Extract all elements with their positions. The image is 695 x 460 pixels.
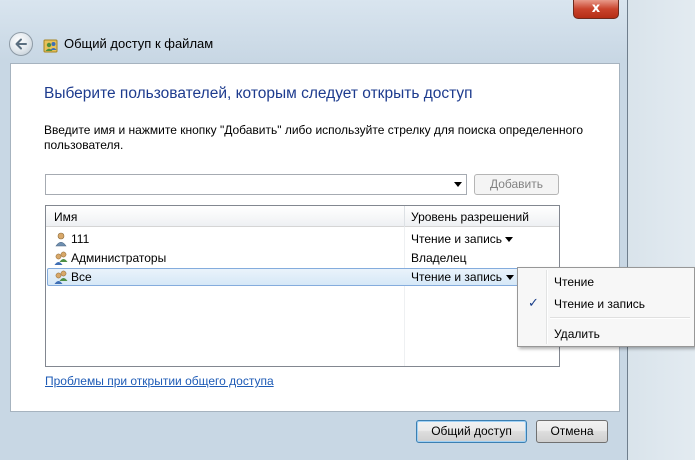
user-icon xyxy=(55,232,67,247)
chevron-down-icon[interactable] xyxy=(505,237,513,242)
user-name: Администраторы xyxy=(71,251,167,265)
group-icon xyxy=(54,270,68,284)
column-divider[interactable] xyxy=(404,206,405,227)
user-name: 111 xyxy=(71,232,90,246)
table-row[interactable]: Администраторы Владелец xyxy=(47,249,558,267)
menu-item-label: Чтение и запись xyxy=(554,297,646,311)
menu-item-read[interactable]: Чтение xyxy=(520,271,692,293)
column-header-permission[interactable]: Уровень разрешений xyxy=(411,210,529,224)
permission-level: Владелец xyxy=(411,251,467,265)
close-button[interactable]: x xyxy=(573,0,619,19)
column-header-name[interactable]: Имя xyxy=(54,210,77,224)
permission-context-menu: Чтение ✓ Чтение и запись Удалить xyxy=(517,267,695,347)
permission-level[interactable]: Чтение и запись xyxy=(411,270,502,284)
chevron-down-icon[interactable] xyxy=(454,182,462,187)
sharing-problems-link[interactable]: Проблемы при открытии общего доступа xyxy=(45,374,274,388)
users-list[interactable]: Имя Уровень разрешений 111 Чтение и запи… xyxy=(45,205,560,367)
menu-item-remove[interactable]: Удалить xyxy=(520,323,692,345)
list-header: Имя Уровень разрешений xyxy=(46,206,559,227)
add-button[interactable]: Добавить xyxy=(474,174,559,195)
user-name-input[interactable] xyxy=(48,176,448,194)
share-dialog-window: x Общий доступ к файлам Выберите пользов… xyxy=(0,0,628,460)
table-row[interactable]: 111 Чтение и запись xyxy=(47,230,558,248)
page-heading: Выберите пользователей, которым следует … xyxy=(44,85,473,102)
back-button[interactable] xyxy=(9,32,33,56)
share-button[interactable]: Общий доступ xyxy=(416,420,527,443)
close-icon: x xyxy=(591,1,601,16)
chevron-down-icon[interactable] xyxy=(506,275,514,280)
menu-item-label: Удалить xyxy=(554,327,600,341)
menu-item-read-write[interactable]: ✓ Чтение и запись xyxy=(520,293,692,315)
group-icon xyxy=(54,251,68,265)
table-row-selected[interactable]: Все Чтение и запись xyxy=(47,268,558,286)
window-title: Общий доступ к файлам xyxy=(64,36,214,51)
permission-level[interactable]: Чтение и запись xyxy=(411,232,502,246)
menu-item-label: Чтение xyxy=(554,275,595,289)
file-sharing-icon xyxy=(43,39,58,53)
checkmark-icon: ✓ xyxy=(528,296,539,311)
instructions-text: Введите имя и нажмите кнопку "Добавить" … xyxy=(44,123,584,152)
cancel-button[interactable]: Отмена xyxy=(536,420,608,443)
user-name: Все xyxy=(71,270,92,284)
menu-separator xyxy=(550,317,690,319)
user-name-combobox[interactable] xyxy=(45,174,467,195)
back-arrow-icon xyxy=(15,38,27,50)
